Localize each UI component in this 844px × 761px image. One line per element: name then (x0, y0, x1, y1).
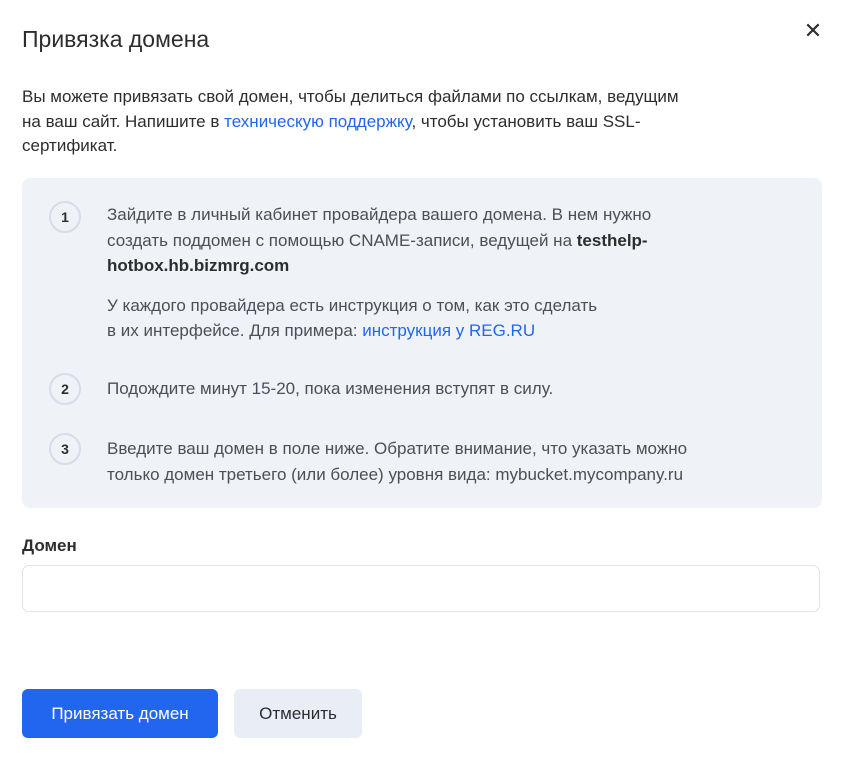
domain-input[interactable] (22, 565, 820, 612)
close-icon[interactable]: ✕ (800, 18, 826, 44)
step-line: создать поддомен с помощью CNAME-записи,… (107, 230, 577, 250)
step-number-badge: 1 (49, 201, 81, 233)
bind-domain-button[interactable]: Привязать домен (22, 689, 218, 738)
reg-ru-instruction-link[interactable]: инструкция у REG.RU (362, 321, 535, 340)
cname-target: testhelp- (576, 230, 648, 250)
instructions-box: 1 Зайдите в личный кабинет провайдера ва… (22, 178, 822, 508)
step-line: Зайдите в личный кабинет провайдера ваше… (107, 205, 652, 224)
step-text: Подождите минут 15-20, пока изменения вс… (107, 379, 554, 398)
cancel-button[interactable]: Отменить (234, 689, 362, 738)
support-link[interactable]: техническую поддержку (224, 112, 411, 131)
step-text: Введите ваш домен в поле ниже. Обратите … (107, 436, 797, 487)
intro-line: на ваш сайт. Напишите в (22, 111, 225, 131)
step-text: Зайдите в личный кабинет провайдера ваше… (107, 202, 797, 344)
intro-line: , чтобы установить ваш SSL- (411, 111, 641, 131)
step-number-badge: 2 (49, 373, 81, 405)
cname-target: hotbox.hb.bizmrg.com (107, 256, 290, 275)
step-note: У каждого провайдера есть инструкция о т… (107, 295, 598, 315)
intro-line: сертификат. (22, 136, 118, 155)
step-number-badge: 3 (49, 433, 81, 465)
domain-label: Домен (22, 536, 77, 555)
step-line: только домен третьего (или более) уровня… (107, 464, 684, 484)
step-line: Введите ваш домен в поле ниже. Обратите … (107, 439, 688, 458)
intro-line: Вы можете привязать свой домен, чтобы де… (22, 87, 679, 106)
intro-text: Вы можете привязать свой домен, чтобы де… (22, 85, 812, 159)
dialog-title: Привязка домена (22, 26, 210, 52)
step-note: в их интерфейсе. Для примера: (107, 321, 363, 340)
